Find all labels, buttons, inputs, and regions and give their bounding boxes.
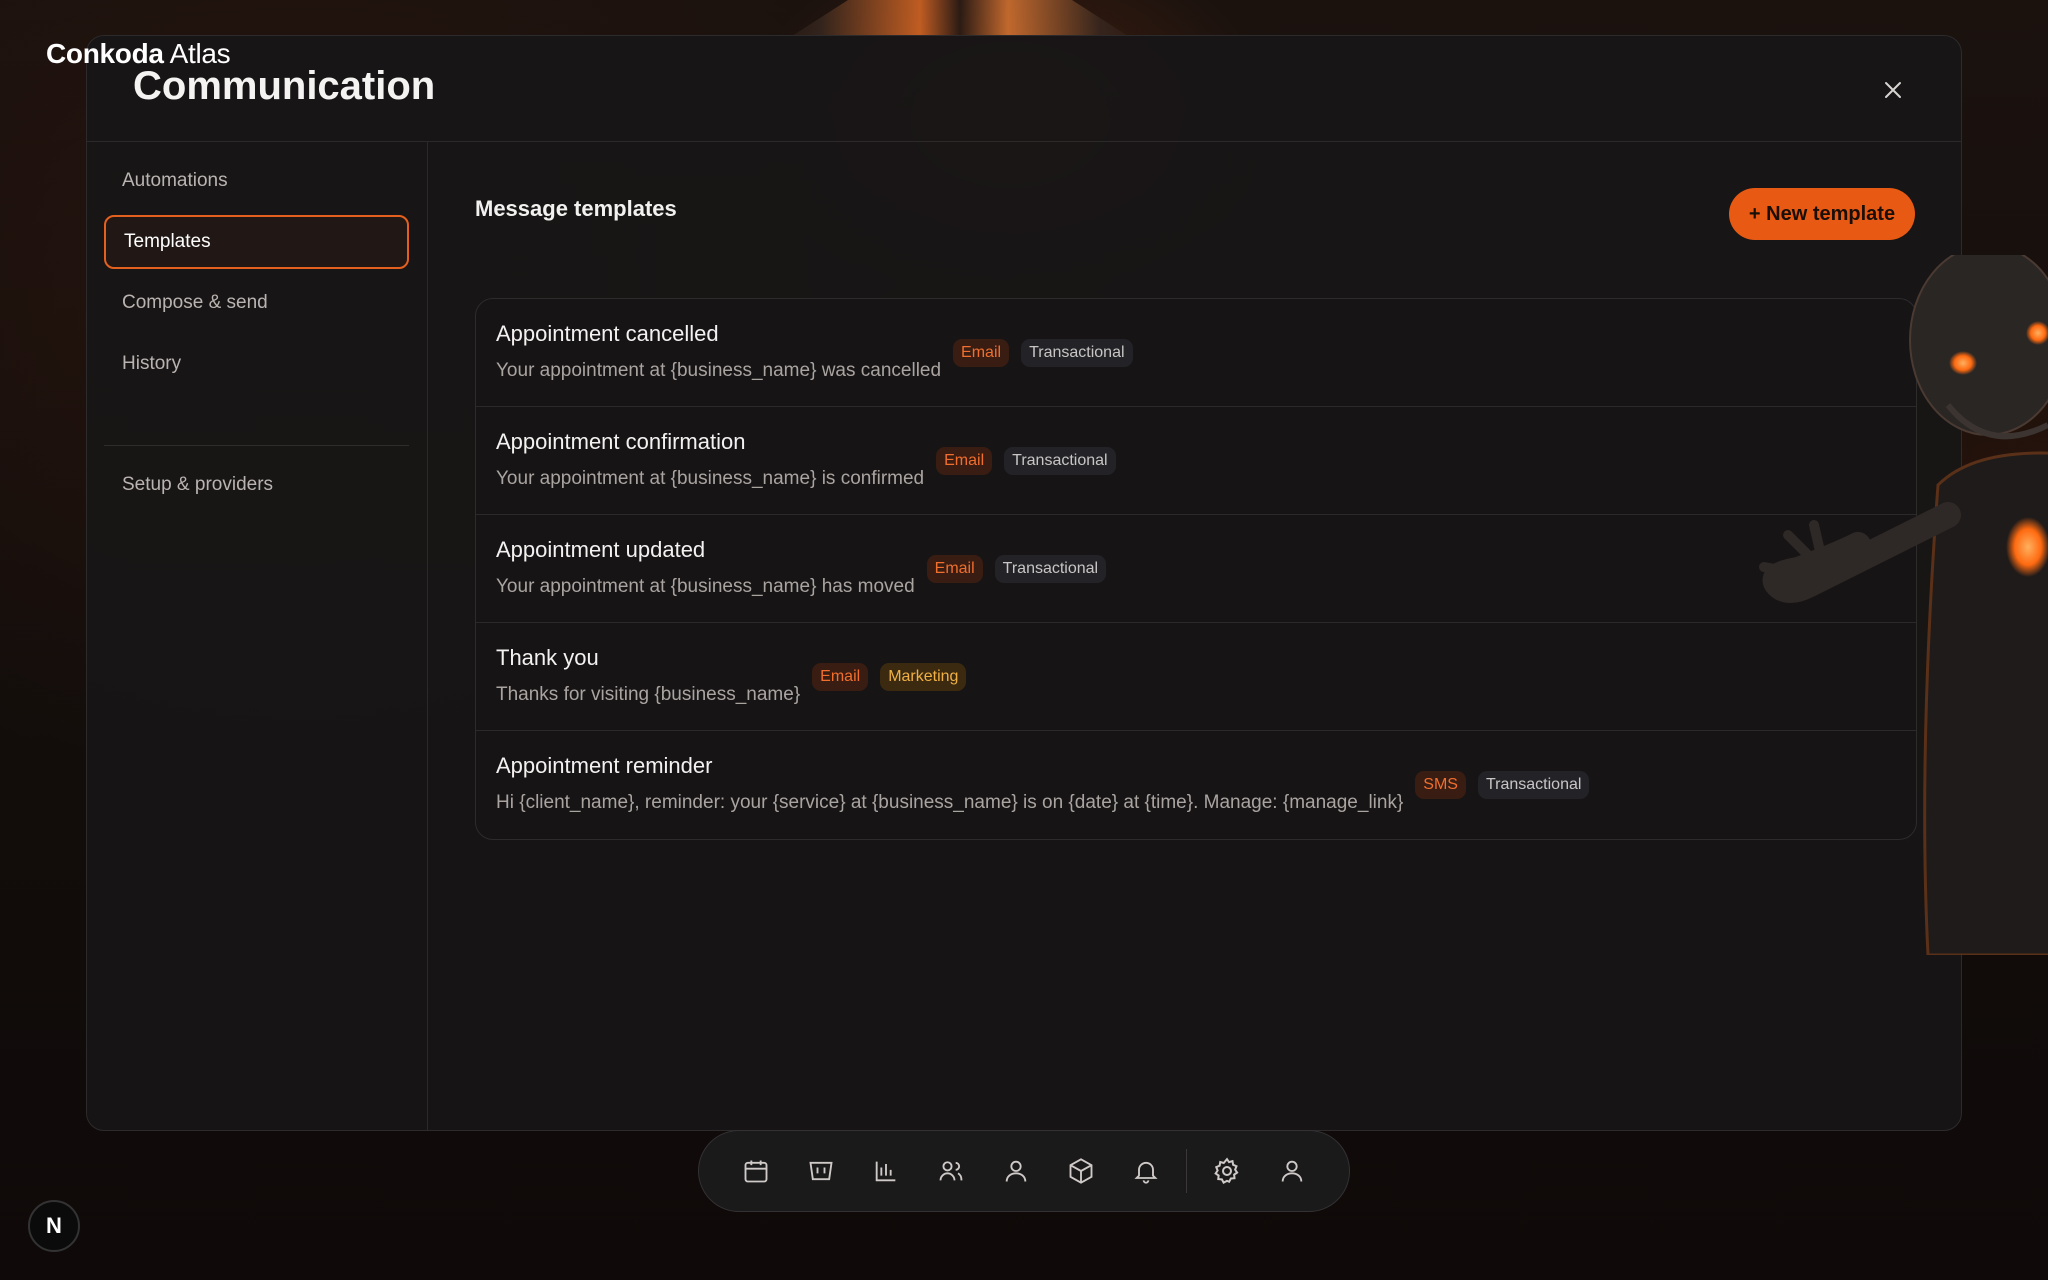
calendar-icon <box>744 1160 767 1183</box>
channel-badge: Email <box>926 555 983 583</box>
dock-settings-button[interactable] <box>1195 1141 1260 1201</box>
template-preview-line: Your appointment at {business_name} was … <box>496 339 1133 385</box>
sidebar-item-label: History <box>122 353 182 374</box>
register-icon <box>808 1161 833 1181</box>
dev-tools-badge[interactable]: N <box>28 1200 80 1252</box>
category-badge: Transactional <box>1477 771 1590 799</box>
new-template-button[interactable]: + New template <box>1729 188 1915 240</box>
dock-notifications-button[interactable] <box>1113 1141 1178 1201</box>
category-badge: Transactional <box>1004 447 1116 475</box>
template-row[interactable]: Appointment confirmation Your appointmen… <box>476 407 1916 515</box>
sidebar-item-templates[interactable]: Templates <box>104 215 409 269</box>
dock-inventory-button[interactable] <box>1048 1141 1113 1201</box>
template-name: Appointment updated <box>496 537 706 562</box>
template-name: Appointment reminder <box>496 753 713 778</box>
brand-logo: Conkoda Atlas <box>46 38 231 70</box>
panel-header: Communication <box>87 36 1961 142</box>
template-row[interactable]: Thank you Thanks for visiting {business_… <box>476 623 1916 731</box>
user-icon <box>1282 1160 1303 1182</box>
dock-calendar-button[interactable] <box>723 1141 788 1201</box>
template-preview: Your appointment at {business_name} has … <box>496 576 915 597</box>
template-row[interactable]: Appointment updated Your appointment at … <box>476 515 1916 623</box>
template-name: Appointment cancelled <box>496 321 719 346</box>
main-content: Message templates + New template Appoint… <box>429 142 1961 1130</box>
sidebar-item-label: Automations <box>122 170 228 191</box>
page-title: Communication <box>133 64 436 108</box>
template-row[interactable]: Appointment reminder Hi {client_name}, r… <box>476 731 1916 839</box>
channel-badge: Email <box>953 339 1010 367</box>
person-icon <box>1005 1160 1026 1182</box>
category-badge: Marketing <box>880 663 967 691</box>
brand-name-light: Atlas <box>169 38 231 69</box>
sidebar-item-setup-providers[interactable]: Setup & providers <box>104 458 409 512</box>
dock-clients-button[interactable] <box>983 1141 1048 1201</box>
sidebar-item-compose-send[interactable]: Compose & send <box>104 276 409 330</box>
section-title: Message templates <box>475 196 677 221</box>
sidebar-item-label: Setup & providers <box>122 474 274 495</box>
sidebar-item-automations[interactable]: Automations <box>104 154 409 208</box>
brand-name-bold: Conkoda <box>46 38 164 69</box>
template-preview: Hi {client_name}, reminder: your {servic… <box>496 792 1404 813</box>
dock-separator <box>1186 1149 1187 1193</box>
category-badge: Transactional <box>1021 339 1133 367</box>
sidebar-divider <box>104 445 409 446</box>
template-name: Appointment confirmation <box>496 429 746 454</box>
gear-icon <box>1214 1157 1239 1184</box>
sidebar: Automations Templates Compose & send His… <box>87 142 428 1130</box>
bottom-dock <box>698 1130 1350 1212</box>
template-preview-line: Hi {client_name}, reminder: your {servic… <box>496 771 1590 817</box>
close-icon <box>1885 82 1901 98</box>
dock-reports-button[interactable] <box>853 1141 918 1201</box>
template-preview-line: Thanks for visiting {business_name} Emai… <box>496 663 967 709</box>
sidebar-item-history[interactable]: History <box>104 337 409 391</box>
channel-badge: SMS <box>1415 771 1466 799</box>
template-preview: Your appointment at {business_name} is c… <box>496 468 925 489</box>
template-row[interactable]: Appointment cancelled Your appointment a… <box>476 299 1916 407</box>
sidebar-item-label: Templates <box>124 231 211 252</box>
bell-icon <box>1133 1161 1158 1184</box>
dock-team-button[interactable] <box>918 1141 983 1201</box>
category-badge: Transactional <box>994 555 1107 583</box>
box-icon <box>1069 1158 1092 1184</box>
team-icon <box>939 1161 962 1181</box>
template-preview: Thanks for visiting {business_name} <box>496 684 801 705</box>
channel-badge: Email <box>812 663 869 691</box>
communication-panel: Communication Automations Templates Comp… <box>86 35 1962 1131</box>
close-button[interactable] <box>1879 76 1907 104</box>
sidebar-item-label: Compose & send <box>122 292 268 313</box>
template-list: Appointment cancelled Your appointment a… <box>475 298 1917 840</box>
template-preview-line: Your appointment at {business_name} is c… <box>496 447 1116 493</box>
dock-register-button[interactable] <box>788 1141 853 1201</box>
dock-profile-button[interactable] <box>1260 1141 1325 1201</box>
template-preview: Your appointment at {business_name} was … <box>496 360 942 381</box>
channel-badge: Email <box>936 447 993 475</box>
template-preview-line: Your appointment at {business_name} has … <box>496 555 1107 601</box>
template-name: Thank you <box>496 645 599 670</box>
bar-chart-icon <box>875 1161 895 1182</box>
